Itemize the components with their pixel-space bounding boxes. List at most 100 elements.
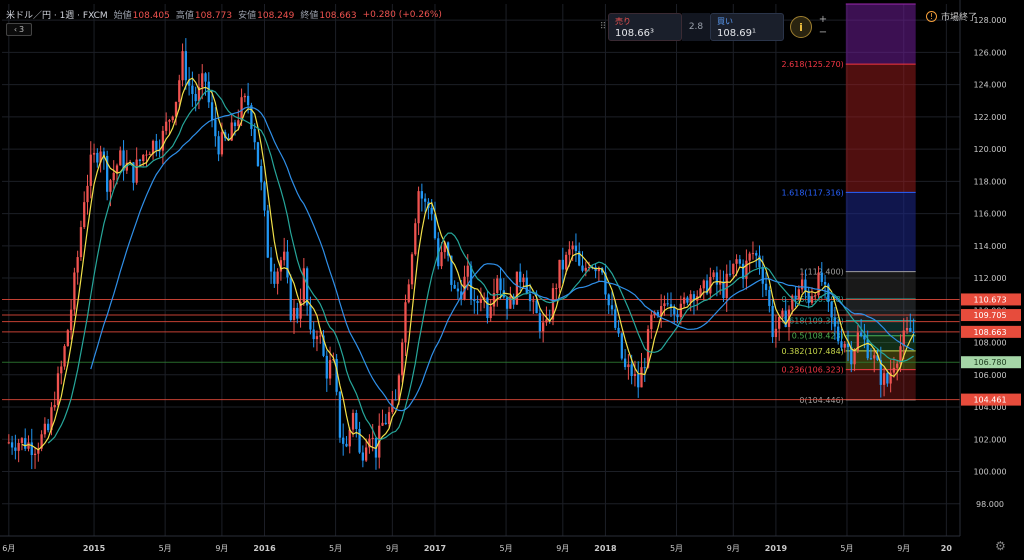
candle-body [184,51,187,81]
candle-body [56,373,60,406]
candle-body [797,289,800,300]
candle-body [679,303,682,318]
candle-body [650,315,653,330]
candle-body [614,309,617,328]
sell-label: 売り [615,17,631,26]
low-value: 108.249 [257,11,295,21]
candle-body [165,121,168,131]
chevron-icon: ‹ [13,25,18,34]
candle-body [528,293,532,302]
price-chart[interactable]: 0(104.446) 0.236(106.323) 0.382(107.484) 0.… [0,0,1024,560]
candle-body [519,271,522,283]
candle-body [401,342,404,376]
fib-zone [845,64,916,193]
price-tick-label: 102.000 [973,435,1006,444]
candle-body [833,317,837,327]
candle-body [712,272,715,278]
candle-body [555,288,558,290]
candle-body [296,307,299,319]
candle-body [830,301,833,318]
time-tick-label: 9月 [386,544,399,553]
quantity-stepper: + − [816,13,830,41]
candle-body [627,364,630,368]
candle-body [771,305,774,338]
fib-zone [845,4,916,65]
candle-body [866,339,869,359]
sell-price: 108.66³ [615,28,654,39]
indicator-collapse-button[interactable]: ‹ 3 [6,23,32,36]
candle-body [542,322,545,332]
gear-icon[interactable]: ⚙ [995,539,1009,553]
price-tick-label: 122.000 [973,113,1006,122]
candle-body [7,442,10,444]
candle-body [328,360,332,379]
candle-body [814,295,817,297]
candle-body [820,272,823,282]
minus-button[interactable]: − [816,26,830,39]
candle-body [246,95,250,106]
candle-body [532,300,535,302]
candle-body [178,80,181,102]
candle-body [456,288,460,292]
candle-body [384,422,387,425]
candle-body [473,299,476,302]
open-value: 108.405 [132,11,170,21]
candle-body [715,272,719,285]
fib-zone [845,192,916,272]
drag-handle-icon[interactable]: ⠿ [598,13,608,41]
candle-body [751,253,755,255]
candle-body [640,367,643,388]
candle-body [535,300,538,314]
candle-body [273,271,276,284]
candle-body [47,423,50,431]
candle-body [761,266,764,284]
candle-body [24,438,27,449]
close-value: 108.663 [319,11,357,21]
spread-value: 2.8 [682,13,710,41]
candle-body [774,328,778,338]
candle-body [69,309,73,331]
candle-body [423,198,427,202]
fib-zone [845,271,916,300]
candle-body [489,306,492,319]
candle-body [561,259,564,270]
symbol-title[interactable]: 米ドル／円 · 1週 · FXCM [6,8,108,21]
fib-level-label: 0.5(108.423) [792,332,844,341]
candle-body [853,350,856,365]
candle-body [912,331,915,333]
price-tick-label: 108.000 [973,339,1006,348]
market-status[interactable]: ! 市場終了 [926,10,977,23]
candle-body [886,373,889,384]
candle-body [364,447,368,461]
candle-body [430,207,433,215]
candle-body [63,346,66,367]
sell-button[interactable]: 売り 108.66³ [608,13,682,41]
candle-body [755,253,758,256]
price-tick-label: 118.000 [973,177,1006,186]
buy-button[interactable]: 買い 108.69¹ [710,13,784,41]
candle-body [73,272,76,310]
candle-body [496,278,499,293]
candle-body [138,159,142,162]
market-status-text: 市場終了 [941,13,978,23]
candle-body [505,297,509,309]
candle-body [764,283,768,290]
candle-body [620,333,623,359]
candle-body [115,165,119,173]
info-icon[interactable]: i [790,16,812,38]
candle-body [823,281,827,285]
candle-body [837,326,840,342]
candle-body [735,259,738,264]
candle-body [345,443,348,447]
candle-body [417,191,420,224]
candle-body [728,273,732,275]
candle-body [381,422,384,426]
candle-body [522,277,525,283]
candle-body [89,154,92,186]
candle-body [210,102,214,120]
fib-level-label: 0.236(106.323) [782,366,844,375]
time-tick-label: 2018 [594,544,617,553]
candle-body [810,296,814,303]
plus-button[interactable]: + [816,13,830,26]
candle-body [840,341,843,348]
